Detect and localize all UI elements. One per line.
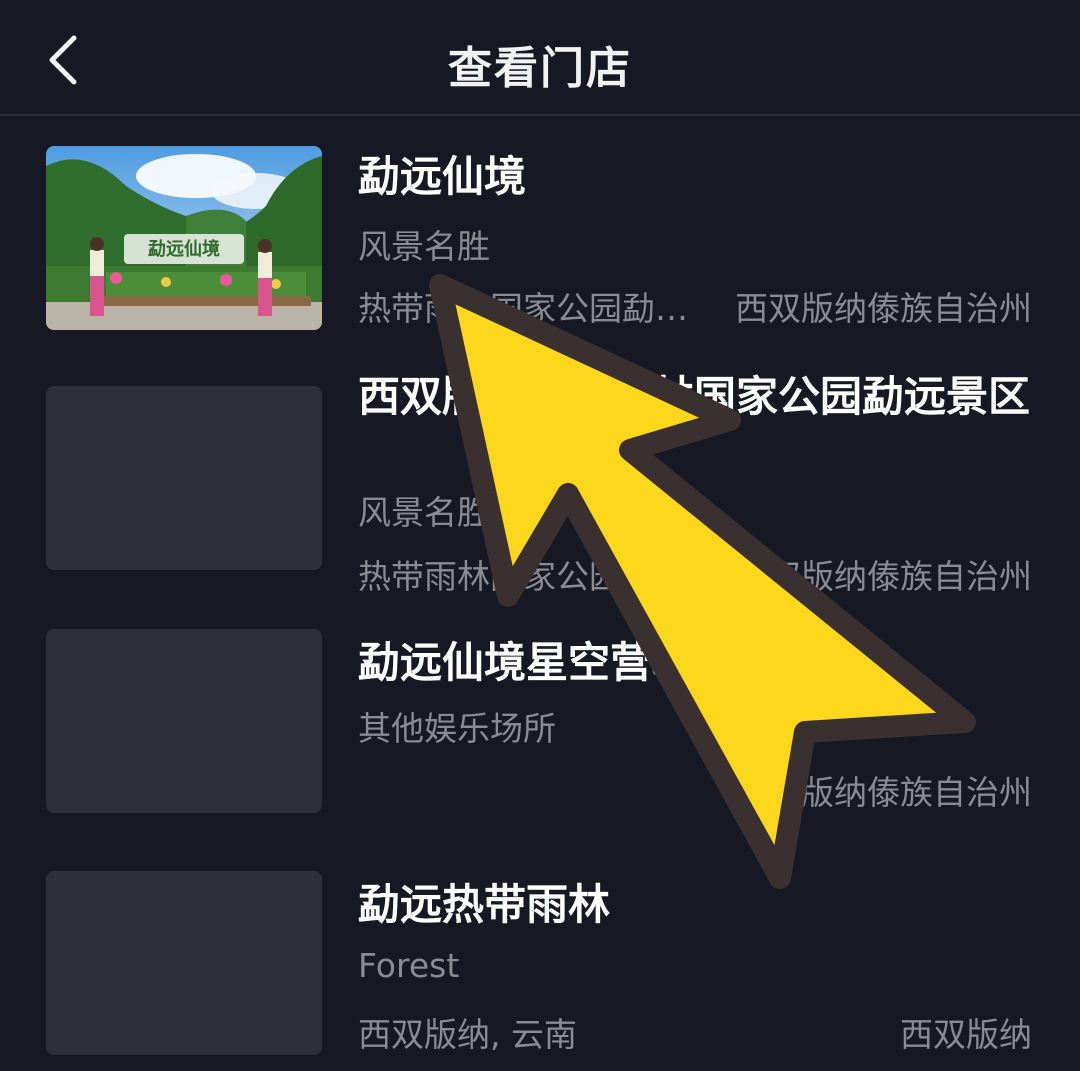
store-category: 其他娱乐场所 xyxy=(358,709,556,748)
store-category: Forest xyxy=(358,946,460,985)
store-region: 西双版纳 xyxy=(900,1015,1032,1054)
store-address: 西双版纳, 云南 xyxy=(358,1015,577,1054)
store-name: 勐远热带雨林 xyxy=(358,880,611,929)
store-item[interactable]: 勐远仙境星空营地 其他娱乐场所 西双版纳傣族自治州 xyxy=(0,616,1080,856)
store-category: 风景名胜 xyxy=(358,227,490,266)
top-bar: 查看门店 xyxy=(0,0,1080,116)
store-item[interactable]: 西双版纳热带雨林国家公园勐远景区 风景名胜 热带雨林国家公园勐远景区 西双版纳傣… xyxy=(0,366,1080,616)
photo-sign-text: 勐远仙境 xyxy=(148,238,220,260)
page-title: 查看门店 xyxy=(448,43,632,94)
store-name: 勐远仙境 xyxy=(358,152,527,201)
store-address: 热带雨林国家公园勐远仙境 xyxy=(358,289,698,328)
store-item[interactable]: 勐远热带雨林 Forest 西双版纳, 云南 西双版纳 xyxy=(0,856,1080,1071)
store-region: 西双版纳傣族自治州 xyxy=(735,289,1032,328)
store-photo: 勐远仙境 xyxy=(46,146,322,330)
store-item[interactable]: 勐远仙境 勐远仙境 风景名胜 热带雨林国家公园勐远仙境 西双版纳傣族自治州 xyxy=(0,116,1080,366)
store-photo-placeholder xyxy=(46,871,322,1055)
store-name: 西双版纳热带雨林国家公园勐远景区 xyxy=(358,372,1031,421)
store-category: 风景名胜 xyxy=(358,493,490,532)
store-photo-placeholder xyxy=(46,386,322,570)
store-region: 西双版纳傣族自治州 xyxy=(735,773,1032,812)
store-photo-placeholder xyxy=(46,629,322,813)
store-region: 西双版纳傣族自治州 xyxy=(735,557,1032,596)
store-name: 勐远仙境星空营地 xyxy=(358,638,695,687)
store-address: 热带雨林国家公园勐远景区 xyxy=(358,557,698,596)
